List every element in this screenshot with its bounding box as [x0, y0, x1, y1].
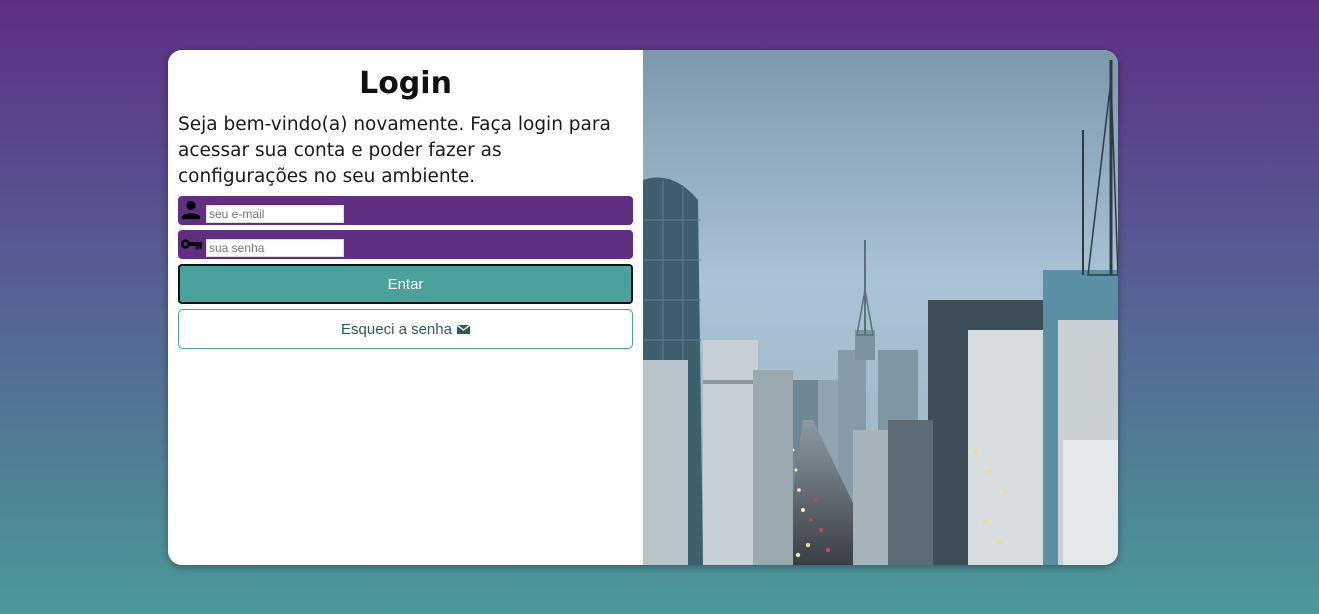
email-field-row: [178, 196, 633, 225]
forgot-password-button[interactable]: Esqueci a senha: [178, 309, 633, 349]
login-panel: Login Seja bem-vindo(a) novamente. Faça …: [168, 50, 643, 565]
email-input[interactable]: [206, 205, 344, 223]
user-icon: [181, 200, 201, 220]
password-field-row: [178, 230, 633, 259]
city-photo: [643, 50, 1118, 565]
login-card: Login Seja bem-vindo(a) novamente. Faça …: [168, 50, 1118, 565]
password-input[interactable]: [206, 239, 344, 257]
envelope-icon: [456, 323, 470, 334]
forgot-password-label: Esqueci a senha: [341, 320, 452, 338]
city-skyline-image: [643, 50, 1118, 565]
key-icon: [180, 239, 202, 250]
page-title: Login: [359, 66, 452, 101]
welcome-text: Seja bem-vindo(a) novamente. Faça login …: [178, 114, 611, 187]
enter-button[interactable]: Entar: [178, 264, 633, 304]
